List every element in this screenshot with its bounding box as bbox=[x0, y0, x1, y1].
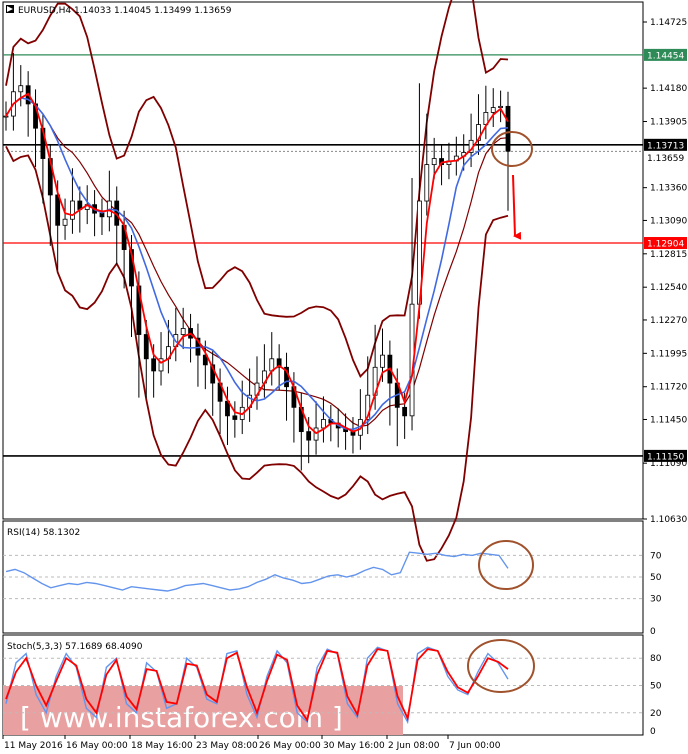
candle-body bbox=[151, 358, 157, 372]
annotation-circle-price bbox=[491, 131, 533, 167]
candle-body bbox=[62, 218, 68, 226]
candle-body bbox=[424, 164, 430, 202]
chart-canvas: [ www.instaforex.com ] 1.147251.141801.1… bbox=[2, 0, 687, 751]
price-tick-label: 1.11720 bbox=[650, 383, 687, 393]
time-axis: 11 May 2016 16 May 00:00 18 May 16:00 23 Ma… bbox=[2, 735, 501, 751]
price-tick-label: 1.13090 bbox=[650, 216, 687, 226]
time-tick-label: 11 May 2016 bbox=[4, 741, 63, 751]
price-tick-label: 1.14725 bbox=[650, 18, 687, 28]
stoch-tick-label: 80 bbox=[650, 654, 662, 664]
header-text: EURUSD,H4 1.14033 1.14045 1.13499 1.1365… bbox=[18, 6, 232, 16]
candle-body bbox=[380, 354, 385, 368]
stoch-tick-label: 0 bbox=[650, 727, 656, 737]
candle-body bbox=[99, 212, 105, 218]
level-badge-text: 1.13713 bbox=[647, 141, 684, 151]
candle-body bbox=[18, 85, 24, 93]
watermark-text: [ www.instaforex.com ] bbox=[20, 701, 343, 734]
level-badge-text: 1.14454 bbox=[647, 51, 684, 61]
price-tick-label: 1.12815 bbox=[650, 250, 687, 260]
time-tick-label: 30 May 16:00 bbox=[323, 741, 385, 751]
rsi-tick-label: 0 bbox=[650, 627, 656, 637]
price-levels bbox=[3, 54, 643, 457]
rsi-tick-label: 30 bbox=[650, 595, 662, 605]
time-tick-label: 18 May 16:00 bbox=[131, 741, 193, 751]
price-axis: 1.14725 1.14180 1.13905 1.13360 1.13090 1.128… bbox=[643, 18, 687, 525]
candle-body bbox=[55, 194, 61, 226]
time-tick-label: 23 May 08:00 bbox=[196, 741, 258, 751]
price-tick-label: 1.12270 bbox=[650, 316, 687, 326]
time-tick-label: 26 May 00:00 bbox=[259, 741, 321, 751]
price-tick-label: 1.12540 bbox=[650, 283, 687, 293]
price-tick-label: 1.14180 bbox=[650, 84, 687, 94]
stoch-label: Stoch(5,3,3) 57.1689 68.4090 bbox=[7, 642, 143, 652]
down-arrow bbox=[512, 174, 522, 240]
candle-body bbox=[321, 419, 326, 429]
candle-body bbox=[3, 115, 9, 118]
stoch-tick-label: 50 bbox=[650, 682, 662, 692]
candle-body bbox=[180, 328, 186, 335]
time-tick-label: 2 Jun 08:00 bbox=[388, 741, 440, 751]
symbol-header: EURUSD,H4 1.14033 1.14045 1.13499 1.1365… bbox=[6, 5, 232, 16]
candle-body bbox=[232, 415, 238, 420]
rsi-panel: 70 50 30 0 bbox=[3, 551, 662, 637]
candle-body bbox=[498, 105, 504, 108]
candle-body bbox=[306, 431, 312, 441]
time-tick-label: 7 Jun 00:00 bbox=[449, 741, 501, 751]
rsi-label: RSI(14) 58.1302 bbox=[7, 528, 80, 538]
price-tick-label: 1.13360 bbox=[650, 184, 687, 194]
candle-body bbox=[431, 158, 437, 166]
rsi-tick-label: 70 bbox=[650, 551, 662, 561]
price-tick-label: 1.11450 bbox=[650, 415, 687, 425]
bollinger-bands bbox=[5, 0, 509, 562]
level-badge-text: 1.11150 bbox=[647, 452, 684, 462]
time-tick-label: 16 May 00:00 bbox=[66, 741, 128, 751]
candle-body bbox=[70, 200, 75, 220]
candle-body bbox=[490, 107, 496, 113]
candles bbox=[3, 52, 511, 471]
stoch-tick-label: 20 bbox=[650, 709, 662, 719]
price-tick-label: 1.13905 bbox=[650, 118, 687, 128]
candle-body bbox=[402, 406, 408, 417]
rsi-tick-label: 50 bbox=[650, 573, 662, 583]
rsi-line bbox=[5, 551, 509, 592]
level-badge-text: 1.12904 bbox=[647, 240, 684, 250]
candle-body bbox=[505, 105, 511, 152]
price-tick-label: 1.11995 bbox=[650, 349, 687, 359]
current-price-badge-text: 1.13659 bbox=[647, 154, 684, 164]
candle-body bbox=[143, 334, 149, 360]
annotation-circle-stoch bbox=[467, 639, 535, 693]
price-tick-label: 1.10630 bbox=[650, 515, 687, 525]
